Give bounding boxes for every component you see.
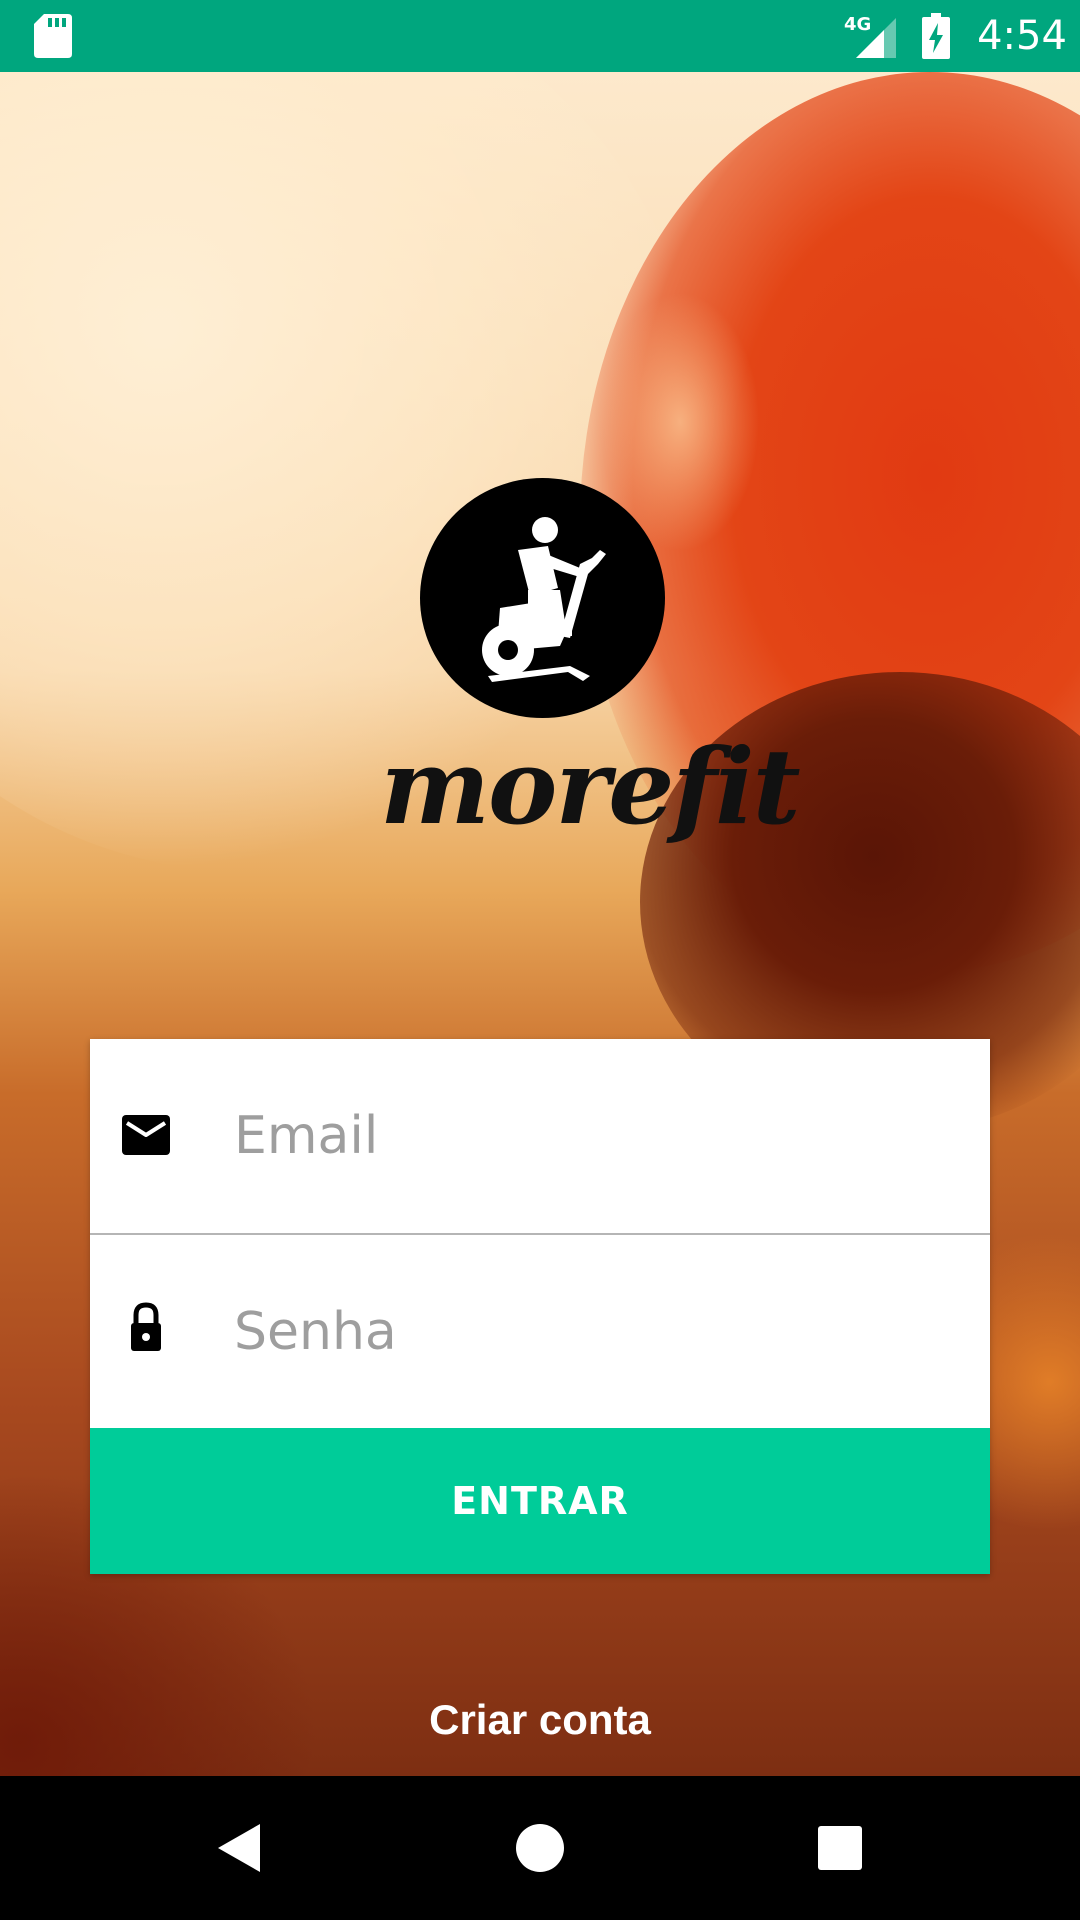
app-logo-text: morefit [380, 725, 801, 848]
status-bar: 4G 4:54 [0, 0, 1080, 72]
sd-card-icon [34, 14, 72, 58]
password-row [90, 1235, 990, 1429]
create-account-link[interactable]: Criar conta [340, 1690, 740, 1750]
password-input[interactable] [234, 1275, 954, 1389]
lock-icon [131, 1302, 161, 1351]
email-row [90, 1039, 990, 1235]
battery-charging-icon [922, 13, 950, 59]
login-form: ENTRAR [90, 1039, 990, 1574]
navigation-bar [0, 1776, 1080, 1920]
exercise-bike-icon [482, 517, 606, 682]
status-time: 4:54 [977, 13, 1067, 59]
home-button[interactable] [460, 1776, 620, 1920]
recents-button[interactable] [760, 1776, 920, 1920]
recents-icon [818, 1826, 862, 1870]
home-icon [516, 1824, 564, 1872]
login-screen: morefit 4G 4:54 Email ENTRAR Criar conta [0, 0, 1080, 1920]
signal-icon: 4G [844, 14, 896, 58]
logo-badge [420, 478, 665, 718]
back-icon [218, 1824, 260, 1872]
email-input[interactable] [234, 1079, 954, 1193]
svg-text:4G: 4G [844, 14, 871, 35]
email-icon [122, 1115, 170, 1155]
login-button[interactable]: ENTRAR [90, 1428, 990, 1574]
back-button[interactable] [160, 1776, 320, 1920]
